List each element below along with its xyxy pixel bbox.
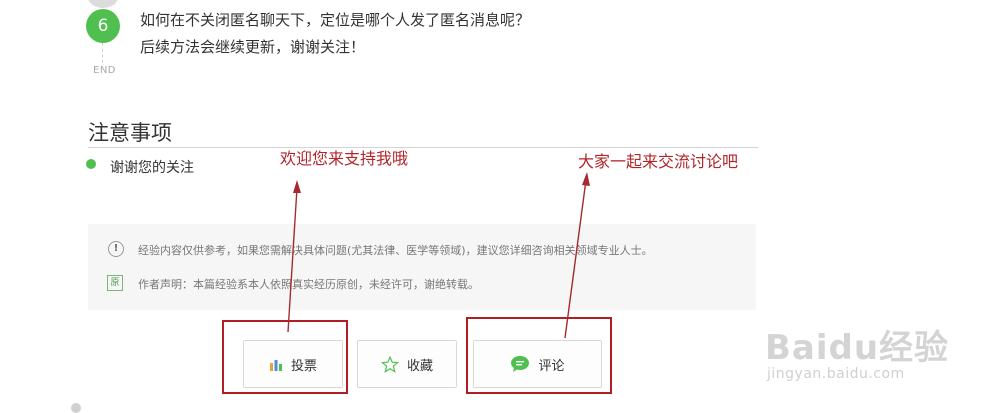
annotation-arrowhead-left <box>293 180 301 193</box>
annotation-arrow-right <box>564 179 587 339</box>
baidu-watermark: Baidu经验 <box>765 328 950 368</box>
annotation-arrowhead-right <box>582 172 590 186</box>
annotation-arrow-left <box>287 187 298 333</box>
watermark-url: jingyan.baidu.com <box>767 366 905 382</box>
